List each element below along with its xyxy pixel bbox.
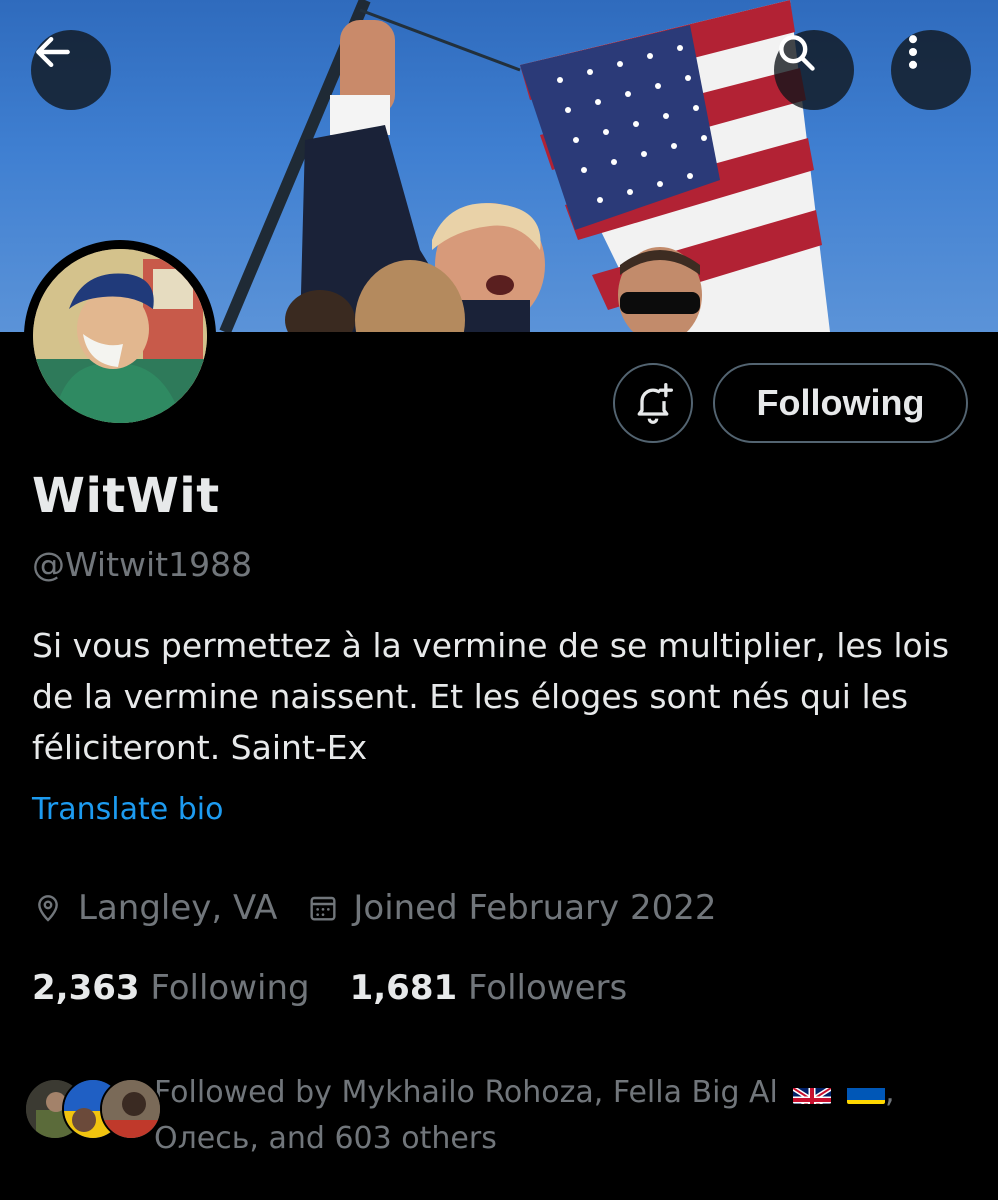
followed-by-prefix: Followed by Mykhailo Rohoza, Fella Big A… [154, 1075, 778, 1110]
avatar-image [33, 249, 207, 423]
profile-meta: Langley, VA Joined February 2022 [32, 888, 747, 928]
followed-by-avatars [24, 1078, 162, 1144]
ukraine-flag-icon [846, 1080, 885, 1104]
search-icon [779, 35, 815, 71]
location-item: Langley, VA [32, 888, 277, 928]
location-pin-icon [38, 895, 58, 922]
following-stat-label: Following [150, 968, 310, 1008]
following-button[interactable]: Following [713, 363, 968, 443]
search-button[interactable] [774, 30, 854, 110]
followed-by-line2: Олесь, and 603 others [154, 1121, 497, 1156]
translate-bio-link[interactable]: Translate bio [32, 792, 223, 827]
arrow-left-icon [36, 36, 70, 68]
profile-avatar[interactable] [24, 240, 216, 432]
following-count: 2,363 [32, 968, 140, 1008]
notifications-button[interactable] [613, 363, 693, 443]
location-text: Langley, VA [78, 888, 278, 928]
uk-flag-icon [793, 1080, 832, 1104]
follower-avatar [100, 1078, 162, 1140]
more-vertical-icon [908, 35, 918, 69]
user-handle: @Witwit1988 [32, 545, 253, 584]
display-name: WitWit [32, 468, 220, 524]
back-button[interactable] [31, 30, 111, 110]
followed-by[interactable]: Followed by Mykhailo Rohoza, Fella Big A… [24, 1070, 984, 1162]
more-options-button[interactable] [891, 30, 971, 110]
joined-item: Joined February 2022 [307, 888, 717, 928]
joined-text: Joined February 2022 [353, 888, 717, 928]
profile-bio: Si vous permettez à la vermine de se mul… [32, 626, 950, 767]
followed-by-comma: , [884, 1075, 895, 1110]
bell-plus-icon [637, 383, 673, 424]
profile-stats: 2,363 Following 1,681 Followers [32, 968, 667, 1008]
followed-by-text: Followed by Mykhailo Rohoza, Fella Big A… [154, 1070, 895, 1162]
followers-stat-label: Followers [467, 968, 628, 1008]
followers-stat[interactable]: 1,681 Followers [350, 968, 628, 1008]
calendar-icon [310, 896, 336, 921]
following-stat[interactable]: 2,363 Following [32, 968, 310, 1008]
followers-count: 1,681 [349, 968, 458, 1008]
